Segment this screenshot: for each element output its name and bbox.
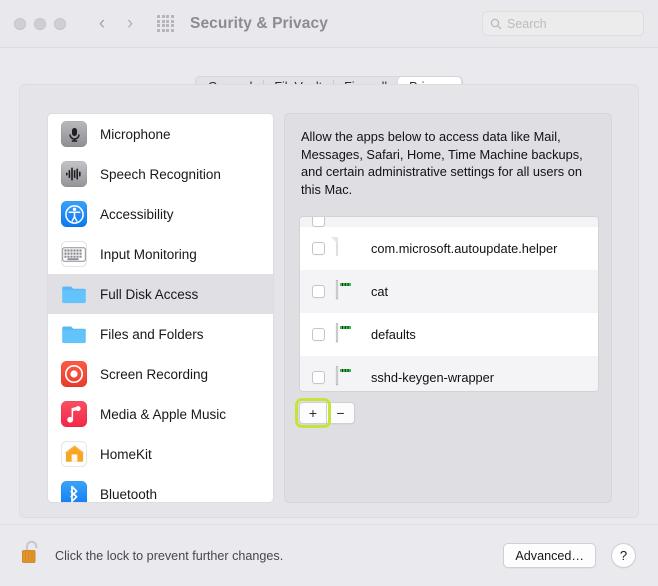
sidebar-item-bluetooth[interactable]: Bluetooth [48, 474, 273, 502]
microphone-icon [61, 121, 87, 147]
sidebar-item-media-apple-music[interactable]: Media & Apple Music [48, 394, 273, 434]
sidebar-item-microphone[interactable]: Microphone [48, 114, 273, 154]
sidebar-item-label: Input Monitoring [100, 246, 197, 262]
sidebar-item-input-monitoring[interactable]: Input Monitoring [48, 234, 273, 274]
sidebar-item-label: Accessibility [100, 206, 174, 222]
app-name: defaults [371, 327, 416, 342]
lock-area[interactable]: Click the lock to prevent further change… [20, 538, 283, 573]
folder-icon [61, 281, 87, 307]
app-checkbox[interactable] [312, 371, 325, 384]
back-chevron-icon[interactable]: ‹ [91, 12, 113, 36]
window-titlebar: ‹ › Security & Privacy Search [0, 0, 658, 48]
grid-view-icon[interactable] [157, 15, 174, 32]
app-checkbox[interactable] [312, 217, 325, 227]
app-checkbox[interactable] [312, 328, 325, 341]
allowed-apps-list[interactable]: com.microsoft.autoupdate.helper cat defa… [299, 216, 599, 392]
privacy-category-sidebar[interactable]: Microphone Speech Recognition Accessibil… [47, 113, 274, 503]
remove-app-button[interactable]: − [327, 402, 355, 424]
keyboard-icon [61, 241, 87, 267]
terminal-icon [336, 322, 360, 346]
accessibility-icon [61, 201, 87, 227]
advanced-button[interactable]: Advanced… [503, 543, 596, 568]
window-title: Security & Privacy [190, 14, 328, 32]
search-placeholder: Search [507, 16, 547, 31]
add-remove-controls: + − [295, 398, 355, 428]
search-icon [490, 18, 502, 30]
close-button[interactable] [14, 17, 26, 30]
speech-recognition-icon [61, 161, 87, 187]
lock-status-text: Click the lock to prevent further change… [55, 548, 284, 563]
help-button[interactable]: ? [611, 543, 636, 568]
table-row[interactable]: sshd-keygen-wrapper [300, 356, 598, 391]
sidebar-item-label: Microphone [100, 126, 171, 142]
homekit-icon [61, 441, 87, 467]
sidebar-item-homekit[interactable]: HomeKit [48, 434, 273, 474]
sidebar-item-label: Screen Recording [100, 366, 209, 382]
sidebar-item-screen-recording[interactable]: Screen Recording [48, 354, 273, 394]
search-field[interactable]: Search [482, 11, 644, 36]
minimize-button[interactable] [34, 17, 46, 30]
sidebar-item-label: Speech Recognition [100, 166, 221, 182]
unlocked-padlock-icon[interactable] [20, 538, 44, 573]
table-row[interactable]: com.microsoft.autoupdate.helper [300, 227, 598, 270]
add-app-button[interactable]: + [299, 402, 327, 424]
sidebar-item-label: Full Disk Access [100, 286, 199, 302]
app-name: cat [371, 284, 389, 299]
terminal-icon [336, 365, 360, 389]
navigation-arrows: ‹ › [91, 12, 141, 36]
table-row[interactable]: defaults [300, 313, 598, 356]
zoom-button[interactable] [54, 17, 66, 30]
full-disk-access-pane: Allow the apps below to access data like… [284, 113, 612, 503]
app-checkbox[interactable] [312, 285, 325, 298]
app-name: sshd-keygen-wrapper [371, 370, 495, 385]
app-name: com.microsoft.autoupdate.helper [371, 241, 558, 256]
table-row-partial[interactable] [300, 217, 598, 227]
sidebar-item-label: HomeKit [100, 446, 152, 462]
sidebar-item-accessibility[interactable]: Accessibility [48, 194, 273, 234]
window-bottom-bar: Click the lock to prevent further change… [0, 524, 658, 586]
system-preferences-window: ‹ › Security & Privacy Search General Fi… [0, 0, 658, 586]
sidebar-item-speech-recognition[interactable]: Speech Recognition [48, 154, 273, 194]
forward-chevron-icon[interactable]: › [119, 12, 141, 36]
sidebar-item-label: Files and Folders [100, 326, 204, 342]
document-icon [336, 236, 360, 260]
sidebar-item-files-and-folders[interactable]: Files and Folders [48, 314, 273, 354]
sidebar-item-label: Bluetooth [100, 486, 158, 502]
terminal-icon [336, 279, 360, 303]
traffic-lights [14, 17, 66, 30]
sidebar-item-label: Media & Apple Music [100, 406, 227, 422]
folder-icon [61, 321, 87, 347]
sidebar-item-full-disk-access[interactable]: Full Disk Access [48, 274, 273, 314]
screen-recording-icon [61, 361, 87, 387]
privacy-panel: Microphone Speech Recognition Accessibil… [19, 84, 639, 518]
music-note-icon [61, 401, 87, 427]
bluetooth-icon [61, 481, 87, 502]
app-checkbox[interactable] [312, 242, 325, 255]
table-row[interactable]: cat [300, 270, 598, 313]
pane-description: Allow the apps below to access data like… [301, 129, 583, 197]
